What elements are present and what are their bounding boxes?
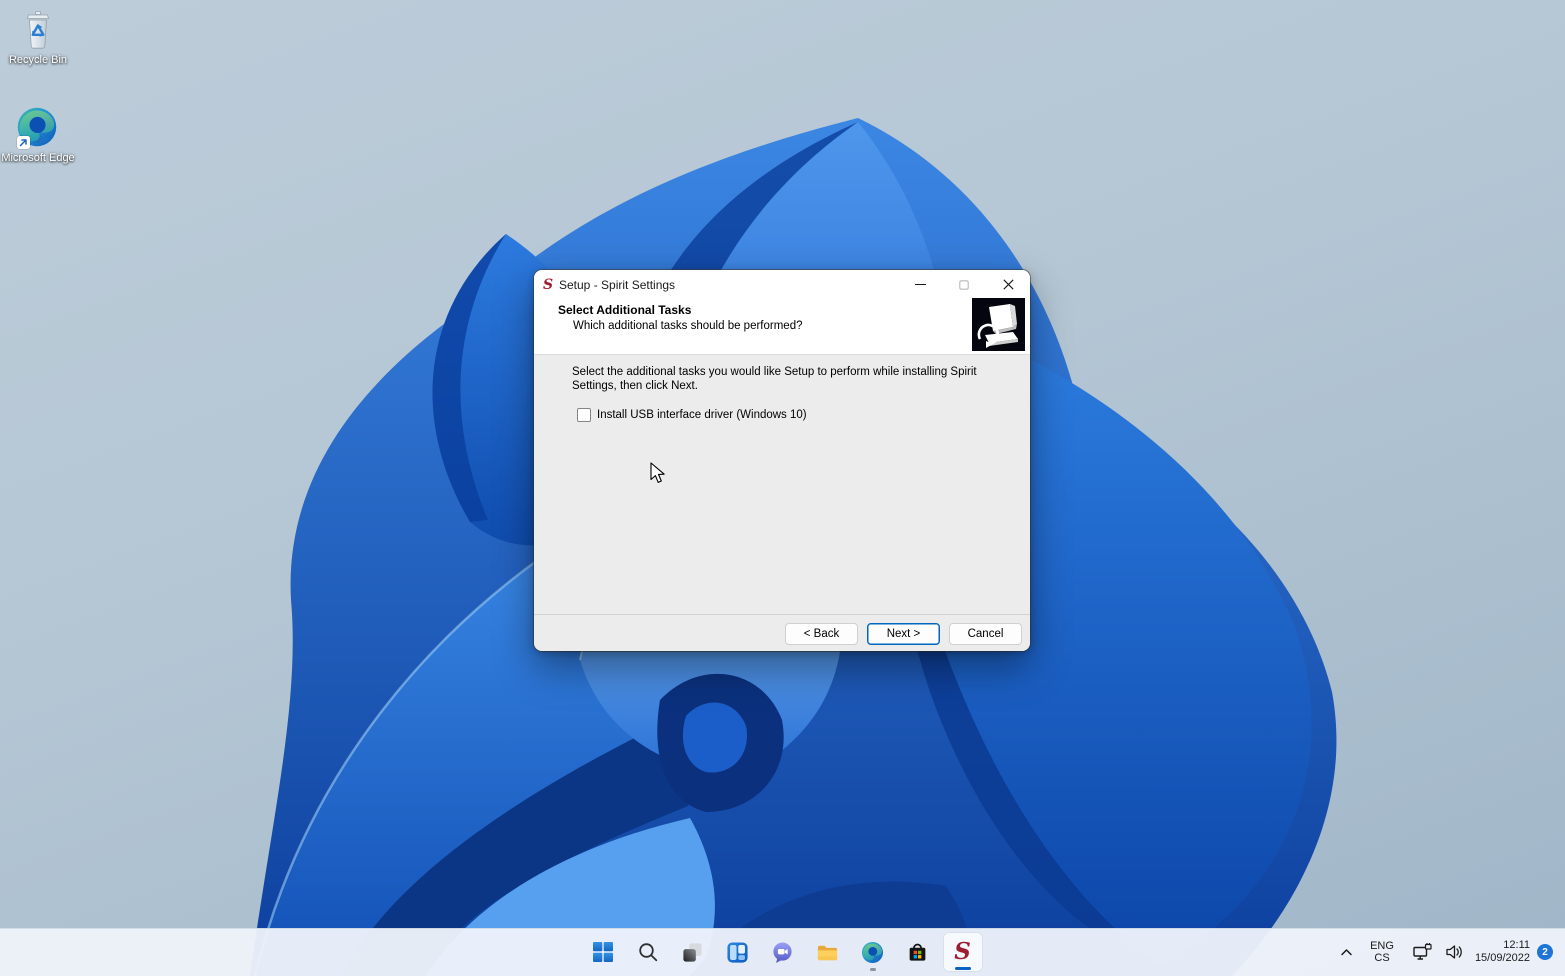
speaker-icon: [1446, 945, 1462, 959]
minimize-button[interactable]: [898, 270, 942, 299]
chat-button[interactable]: [763, 932, 803, 972]
task-option-row: Install USB interface driver (Windows 10…: [577, 408, 807, 422]
mouse-cursor: [650, 462, 665, 483]
running-indicator: [869, 968, 876, 971]
language-indicator[interactable]: ENG CS: [1370, 940, 1394, 964]
taskbar-icons: S: [583, 932, 983, 972]
language-code: ENG: [1370, 940, 1394, 952]
start-icon: [592, 942, 613, 962]
system-tray: ENG CS 12:11 15/09/2022 2: [1335, 928, 1553, 976]
ethernet-icon: [1413, 943, 1432, 960]
shortcut-arrow-icon: [17, 136, 30, 149]
edge-taskbar-button[interactable]: [853, 932, 893, 972]
desktop: Recycle Bin Microsoft Edge S Setup - Spi…: [0, 0, 1565, 976]
wizard-page-subtitle: Which additional tasks should be perform…: [573, 320, 803, 332]
tray-date: 15/09/2022: [1474, 952, 1530, 964]
maximize-icon: [959, 279, 969, 290]
spirit-setup-taskbar-button[interactable]: S: [942, 932, 983, 972]
keyboard-layout-code: CS: [1374, 952, 1390, 964]
chat-icon: [773, 941, 792, 963]
desktop-icon-label: Recycle Bin: [8, 54, 68, 66]
spirit-logo-icon: S: [954, 938, 971, 965]
tray-time: 12:11: [1503, 939, 1530, 951]
chevron-up-icon: [1341, 948, 1352, 955]
store-button[interactable]: [898, 932, 938, 972]
recycle-bin-icon: [16, 8, 60, 52]
clock[interactable]: 12:11 15/09/2022: [1475, 939, 1530, 965]
desktop-icon-microsoft-edge[interactable]: Microsoft Edge: [0, 106, 76, 165]
desktop-icon-label: Microsoft Edge: [1, 152, 75, 164]
cancel-button[interactable]: Cancel: [949, 623, 1022, 645]
widgets-icon: [727, 941, 748, 963]
close-button[interactable]: [986, 270, 1030, 299]
wizard-header: Select Additional Tasks Which additional…: [534, 299, 1030, 355]
file-explorer-button[interactable]: [808, 932, 848, 972]
wizard-body: Select the additional tasks you would li…: [534, 356, 1030, 614]
back-button[interactable]: < Back: [785, 623, 858, 645]
minimize-icon: [914, 283, 926, 286]
close-icon: [1002, 279, 1014, 290]
next-button[interactable]: Next >: [867, 623, 940, 645]
instruction-text: Select the additional tasks you would li…: [572, 366, 977, 392]
task-view-button[interactable]: [673, 932, 713, 972]
network-button[interactable]: [1410, 940, 1435, 964]
volume-button[interactable]: [1442, 940, 1466, 964]
file-explorer-icon: [817, 945, 838, 960]
setup-wizard-small-image: [972, 298, 1025, 351]
active-window-indicator: [954, 967, 971, 970]
spirit-logo-icon: S: [542, 276, 554, 293]
wizard-footer: < Back Next > Cancel: [534, 614, 1030, 651]
widgets-button[interactable]: [718, 932, 758, 972]
usb-driver-checkbox-label[interactable]: Install USB interface driver (Windows 10…: [597, 409, 807, 421]
search-button[interactable]: [628, 932, 668, 972]
tray-chevron-button[interactable]: [1335, 941, 1358, 964]
desktop-icon-recycle-bin[interactable]: Recycle Bin: [0, 8, 76, 67]
edge-icon: [16, 106, 60, 150]
window-title: Setup - Spirit Settings: [559, 277, 676, 292]
usb-driver-checkbox[interactable]: [577, 408, 591, 422]
store-icon: [909, 943, 926, 961]
taskbar: S ENG CS 12:11 15/09/2022 2: [0, 928, 1565, 976]
notification-badge[interactable]: 2: [1537, 944, 1553, 960]
task-view-icon: [683, 942, 702, 962]
maximize-button[interactable]: [942, 270, 986, 299]
search-icon: [638, 943, 657, 962]
setup-wizard-window: S Setup - Spirit Settings Select Additio…: [534, 270, 1030, 651]
start-button[interactable]: [583, 932, 623, 972]
wizard-page-title: Select Additional Tasks: [558, 303, 692, 317]
edge-icon: [861, 941, 884, 963]
